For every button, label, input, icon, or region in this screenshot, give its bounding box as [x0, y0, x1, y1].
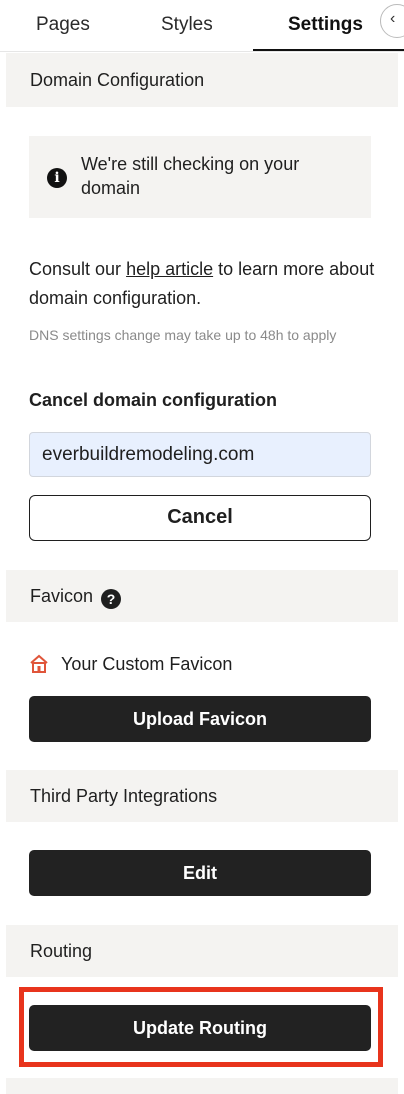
- tab-bar: Pages Styles Settings ‹: [0, 0, 404, 52]
- favicon-section-title: Favicon: [30, 586, 94, 606]
- edit-integrations-button[interactable]: Edit: [29, 850, 371, 896]
- help-icon[interactable]: ?: [101, 589, 122, 609]
- tab-styles[interactable]: Styles: [161, 0, 213, 50]
- notice-text: We're still checking on your domain: [81, 154, 300, 198]
- cancel-button[interactable]: Cancel: [29, 495, 371, 541]
- cancel-domain-heading: Cancel domain configuration: [29, 390, 278, 410]
- consult-text: Consult our help article to learn more a…: [29, 255, 379, 313]
- divider: [0, 51, 404, 52]
- house-icon: [30, 654, 48, 673]
- tab-pages[interactable]: Pages: [36, 0, 90, 50]
- chevron-left-icon: ‹: [390, 10, 396, 27]
- help-article-link[interactable]: help article: [126, 259, 213, 279]
- favicon-label: Your Custom Favicon: [61, 654, 233, 674]
- upload-favicon-button[interactable]: Upload Favicon: [29, 696, 371, 742]
- domain-input[interactable]: [29, 432, 371, 477]
- info-icon: i: [47, 168, 67, 188]
- section-header-favicon: Favicon?: [6, 570, 398, 622]
- consult-prefix: Consult our: [29, 259, 127, 279]
- update-routing-button[interactable]: Update Routing: [29, 1005, 371, 1051]
- section-header-domain: Domain Configuration: [6, 53, 398, 107]
- next-section-strip: [6, 1078, 398, 1094]
- section-header-routing: Routing: [6, 925, 398, 977]
- domain-status-notice: i We're still checking on your domain: [29, 136, 371, 218]
- tab-settings[interactable]: Settings: [288, 0, 363, 50]
- collapse-panel-button[interactable]: ‹: [380, 4, 404, 38]
- section-header-integrations: Third Party Integrations: [6, 770, 398, 822]
- dns-note: DNS settings change may take up to 48h t…: [29, 327, 337, 343]
